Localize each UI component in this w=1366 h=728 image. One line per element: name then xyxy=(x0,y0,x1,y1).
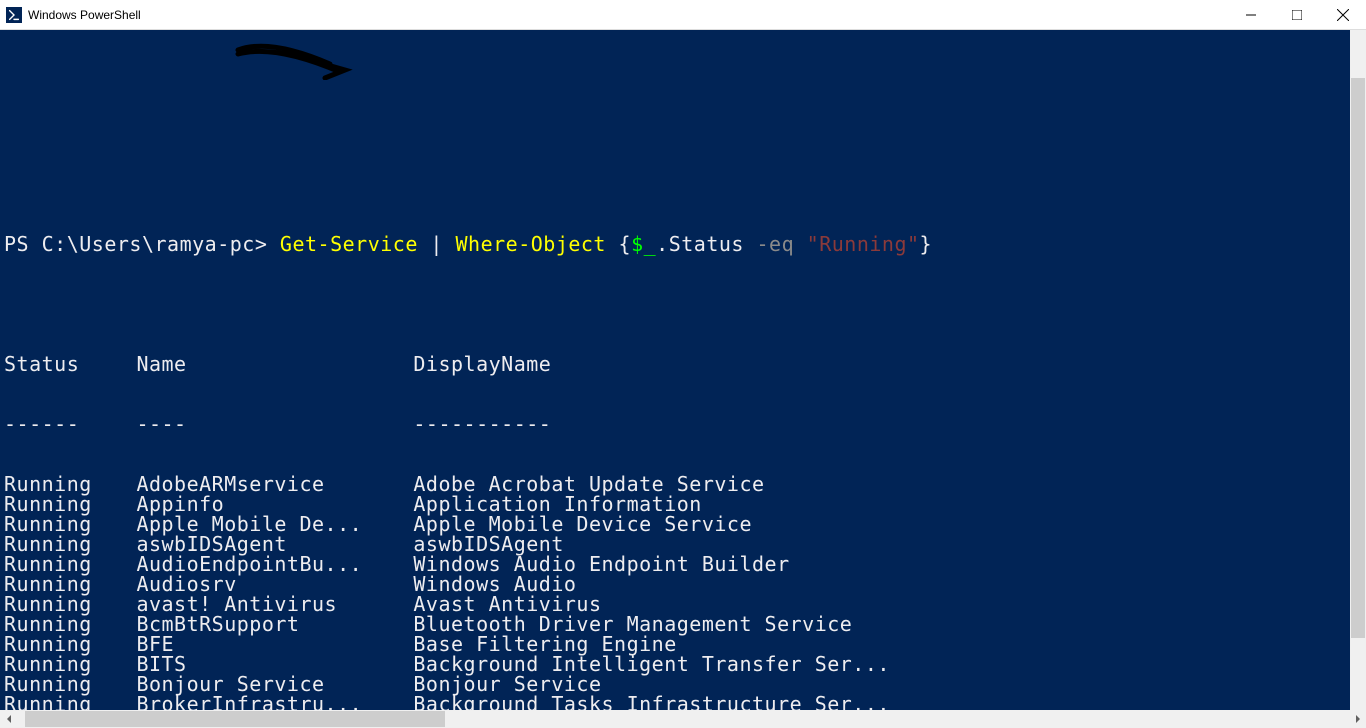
service-name: AdobeARMservice xyxy=(136,474,413,494)
service-displayname: Windows Audio Endpoint Builder xyxy=(413,554,789,574)
service-status: Running xyxy=(4,594,136,614)
service-status: Running xyxy=(4,674,136,694)
close-button[interactable] xyxy=(1320,0,1366,30)
service-displayname: Windows Audio xyxy=(413,574,576,594)
service-displayname: Apple Mobile Device Service xyxy=(413,514,752,534)
maximize-button[interactable] xyxy=(1274,0,1320,30)
service-row: RunningBITSBackground Intelligent Transf… xyxy=(4,654,1350,674)
service-status: Running xyxy=(4,634,136,654)
service-displayname: Bonjour Service xyxy=(413,674,601,694)
service-row: RunningBrokerInfrastru...Background Task… xyxy=(4,694,1350,710)
window-controls xyxy=(1228,0,1366,29)
service-row: Runningavast! AntivirusAvast Antivirus xyxy=(4,594,1350,614)
titlebar-left: Windows PowerShell xyxy=(6,7,141,23)
service-status: Running xyxy=(4,554,136,574)
horizontal-scrollbar[interactable] xyxy=(0,710,1366,728)
service-status: Running xyxy=(4,494,136,514)
service-name: BcmBtRSupport xyxy=(136,614,413,634)
service-name: BFE xyxy=(136,634,413,654)
service-row: RunningApple Mobile De...Apple Mobile De… xyxy=(4,514,1350,534)
horizontal-scroll-thumb[interactable] xyxy=(25,711,445,727)
service-row: RunningBFEBase Filtering Engine xyxy=(4,634,1350,654)
prompt-line: PS C:\Users\ramya-pc> Get-Service | Wher… xyxy=(4,234,1350,254)
service-name: BrokerInfrastru... xyxy=(136,694,413,710)
service-name: AudioEndpointBu... xyxy=(136,554,413,574)
service-row: RunningaswbIDSAgentaswbIDSAgent xyxy=(4,534,1350,554)
service-displayname: Adobe Acrobat Update Service xyxy=(413,474,764,494)
header-row: StatusNameDisplayName xyxy=(4,354,1350,374)
service-name: avast! Antivirus xyxy=(136,594,413,614)
divider-row: --------------------- xyxy=(4,414,1350,434)
service-displayname: aswbIDSAgent xyxy=(413,534,564,554)
service-row: RunningBcmBtRSupportBluetooth Driver Man… xyxy=(4,614,1350,634)
powershell-icon xyxy=(6,7,22,23)
titlebar: Windows PowerShell xyxy=(0,0,1366,30)
console-area[interactable]: PS C:\Users\ramya-pc> Get-Service | Wher… xyxy=(0,30,1366,710)
service-name: Apple Mobile De... xyxy=(136,514,413,534)
vertical-scroll-thumb[interactable] xyxy=(1351,78,1365,638)
service-status: Running xyxy=(4,534,136,554)
vertical-scrollbar[interactable] xyxy=(1350,30,1366,710)
service-name: aswbIDSAgent xyxy=(136,534,413,554)
service-name: Audiosrv xyxy=(136,574,413,594)
service-name: Appinfo xyxy=(136,494,413,514)
service-status: Running xyxy=(4,694,136,710)
service-status: Running xyxy=(4,654,136,674)
horizontal-scroll-track[interactable] xyxy=(17,710,1349,728)
service-row: RunningAppinfoApplication Information xyxy=(4,494,1350,514)
annotation-stroke xyxy=(230,30,370,80)
service-name: BITS xyxy=(136,654,413,674)
service-row: RunningAudioEndpointBu...Windows Audio E… xyxy=(4,554,1350,574)
service-displayname: Base Filtering Engine xyxy=(413,634,676,654)
scroll-left-button[interactable] xyxy=(0,711,17,728)
window-title: Windows PowerShell xyxy=(28,8,141,22)
service-displayname: Bluetooth Driver Management Service xyxy=(413,614,852,634)
service-displayname: Background Tasks Infrastructure Ser... xyxy=(413,694,890,710)
service-displayname: Application Information xyxy=(413,494,701,514)
service-row: RunningAudiosrvWindows Audio xyxy=(4,574,1350,594)
service-row: RunningAdobeARMserviceAdobe Acrobat Upda… xyxy=(4,474,1350,494)
service-displayname: Background Intelligent Transfer Ser... xyxy=(413,654,890,674)
console-output: PS C:\Users\ramya-pc> Get-Service | Wher… xyxy=(0,30,1350,710)
service-status: Running xyxy=(4,514,136,534)
minimize-button[interactable] xyxy=(1228,0,1274,30)
service-status: Running xyxy=(4,614,136,634)
service-status: Running xyxy=(4,574,136,594)
service-row: RunningBonjour ServiceBonjour Service xyxy=(4,674,1350,694)
service-name: Bonjour Service xyxy=(136,674,413,694)
service-displayname: Avast Antivirus xyxy=(413,594,601,614)
service-status: Running xyxy=(4,474,136,494)
scroll-right-button[interactable] xyxy=(1349,711,1366,728)
